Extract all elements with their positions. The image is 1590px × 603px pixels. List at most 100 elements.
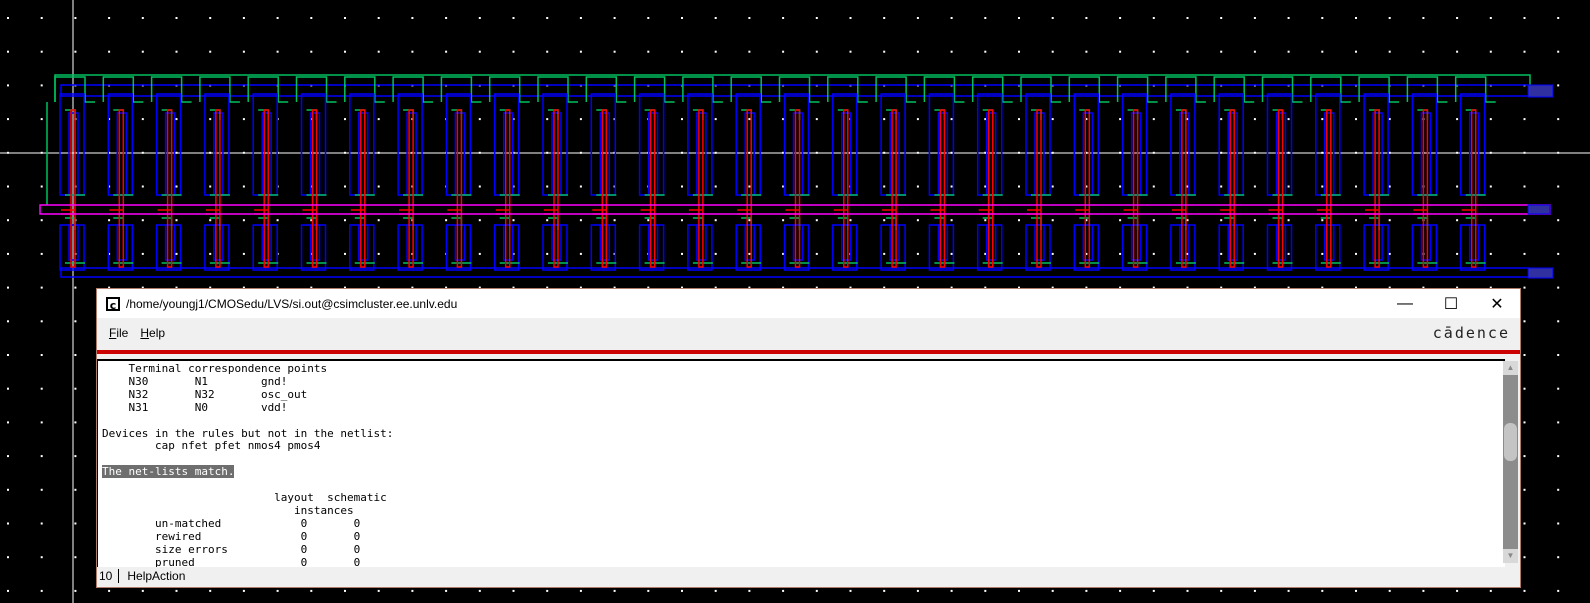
grid-dot [1557,320,1560,323]
grid-dot [175,50,178,53]
output-text-area[interactable]: Terminal correspondence points N30 N1 gn… [97,359,1505,567]
scroll-thumb[interactable] [1504,422,1517,461]
hatched-pin [1527,204,1551,215]
contact-diffusion [499,109,511,120]
grid-dot [74,488,77,491]
pmos-metal [252,93,278,196]
grid-dot [1557,421,1560,424]
scroll-up-icon[interactable]: ▲ [1503,361,1518,375]
pmos-diffusion [392,76,434,103]
grid-dot [1456,185,1459,188]
grid-dot [1220,589,1223,592]
grid-dot [478,118,481,121]
grid-dot [1489,17,1492,19]
grid-dot [883,589,886,592]
contact-diffusion [1369,217,1380,230]
grid-dot [108,50,111,53]
grid-dot [141,118,144,121]
pmos-diffusion [1165,76,1206,103]
grid-dot [209,252,212,255]
grid-dot [74,320,77,323]
grid-dot [1523,219,1526,222]
grid-dot [1220,252,1223,255]
poly-gate [1326,109,1332,268]
grid-dot [1523,118,1526,121]
contact-diffusion [1272,109,1284,120]
grid-dot [7,589,9,592]
grid-dot [310,17,313,19]
grid-dot [1557,354,1560,356]
grid-dot [1253,118,1256,121]
grid-dot [7,185,9,188]
title-bar[interactable]: c /home/youngj1/CMOSedu/LVS/si.out@csimc… [97,289,1520,318]
grid-dot [1355,219,1357,222]
grid-dot [1051,17,1054,19]
menu-file[interactable]: File [109,326,128,340]
grid-dot [40,455,43,458]
contact-diffusion [113,217,125,230]
output-line: un-matched 0 0 [102,516,361,530]
grid-dot [377,50,380,53]
contact-diffusion [1175,217,1187,230]
contact-diffusion [596,109,608,120]
grid-dot [40,50,43,53]
grid-dot [1018,589,1020,592]
grid-dot [478,589,481,592]
grid-dot [950,17,953,19]
grid-dot [613,50,616,53]
grid-dot [344,252,346,255]
poly-gate [649,109,656,268]
grid-dot [141,252,144,255]
grid-dot [74,50,77,53]
grid-dot [1489,185,1492,188]
grid-dot [40,387,43,390]
grid-dot [1523,17,1526,19]
grid-dot [849,589,852,592]
grid-dot [1220,17,1223,19]
pmos-diffusion [1406,76,1448,103]
hatched-pin [1527,84,1554,98]
grid-dot [916,118,919,121]
output-line: size errors 0 0 [102,542,361,556]
grid-dot [1523,286,1526,289]
poly-gate [987,109,994,268]
menu-help[interactable]: Help [140,326,165,340]
grid-dot [883,118,886,121]
grid-dot [613,589,616,592]
grid-dot [1456,17,1459,19]
contact-diffusion [548,109,559,120]
grid-dot [1422,50,1425,53]
pmos-metal [638,93,665,196]
pmos-metal [542,93,568,196]
poly-gate [843,109,849,268]
poly-gate [118,109,125,268]
grid-dot [1523,455,1526,458]
pmos-metal [1266,93,1293,196]
grid-dot [1523,387,1526,390]
poly-gate [1374,109,1380,268]
brand-divider [97,350,1520,354]
vertical-scrollbar[interactable]: ▲ ▼ [1503,361,1518,563]
minimize-button[interactable]: — [1382,295,1428,313]
grid-dot [310,589,313,592]
pmos-metal [832,93,858,196]
close-button[interactable]: ✕ [1474,294,1520,314]
grid-dot [276,17,279,19]
maximize-button[interactable]: ☐ [1428,294,1474,314]
grid-dot [1287,17,1290,19]
grid-dot [1051,219,1054,222]
grid-dot [40,320,43,323]
grid-dot [512,17,515,19]
grid-dot [1557,84,1560,87]
grid-dot [74,286,77,289]
pmos-diffusion [633,76,675,103]
scroll-down-icon[interactable]: ▼ [1503,549,1518,563]
contact-diffusion [886,109,897,120]
pmos-metal [1411,93,1438,196]
grid-dot [883,219,886,222]
grid-dot [849,17,852,19]
pmos-diffusion [537,76,578,103]
grid-dot [411,17,414,19]
grid-dot [209,589,212,592]
grid-dot [1051,50,1054,53]
